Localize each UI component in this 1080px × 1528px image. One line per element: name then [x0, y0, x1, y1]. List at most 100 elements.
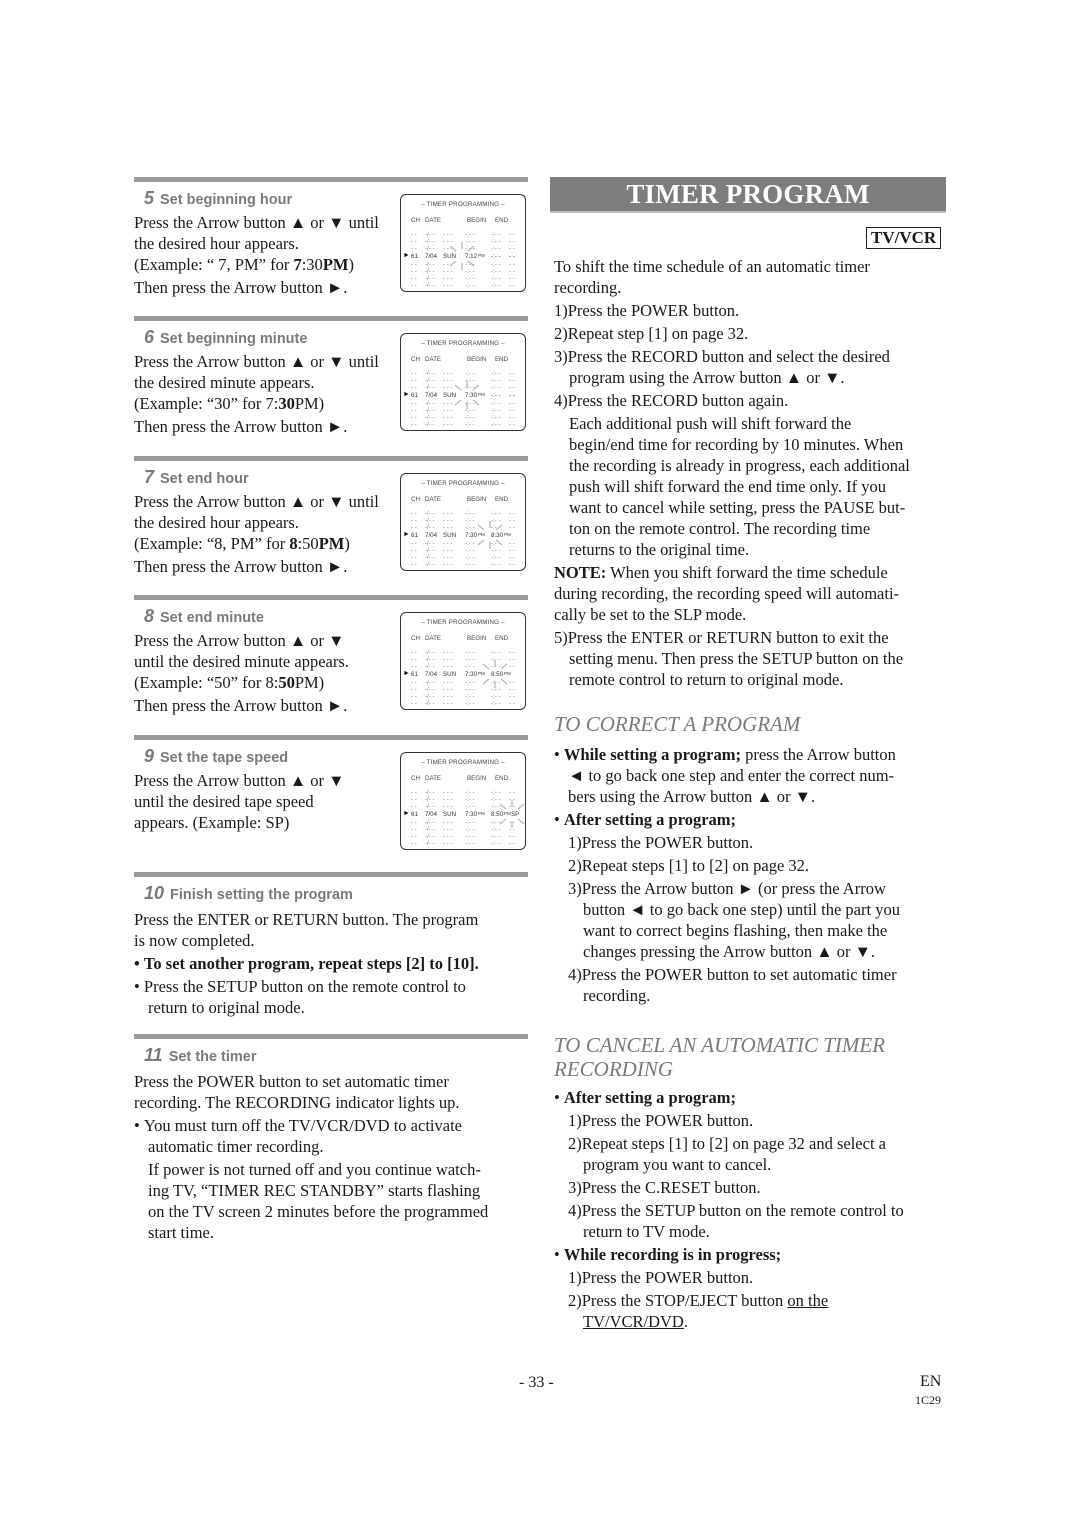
- speed: - -: [509, 268, 515, 275]
- day: - - -: [443, 370, 453, 377]
- step-line: 4)Press the POWER button to set automati…: [568, 964, 948, 1006]
- example-bold: PM: [322, 255, 349, 274]
- note-line: If power is not turned off and you conti…: [148, 1160, 481, 1179]
- timer-programming-screen: – TIMER PROGRAMMING – CH DATE BEGIN END - - -/…: [400, 194, 526, 292]
- bullet-item: • While recording is in progress;: [554, 1245, 782, 1264]
- example-bold: 7: [293, 255, 302, 274]
- speed: - -: [509, 275, 515, 282]
- col-end: END: [495, 775, 509, 782]
- speed: - -: [509, 421, 515, 428]
- bullet-label: After setting a program;: [563, 810, 737, 829]
- speed: - -: [509, 414, 515, 421]
- channel: - -: [411, 833, 417, 840]
- end-time: -:- -: [491, 392, 501, 399]
- begin-time: -:- -: [465, 231, 475, 238]
- detail-line: Each additional push will shift forward …: [569, 414, 852, 433]
- step-number: 6: [144, 327, 155, 347]
- example-bold: 8: [289, 534, 298, 553]
- channel: - -: [411, 789, 417, 796]
- speed: - -: [509, 245, 515, 252]
- screen-title: – TIMER PROGRAMMING –: [421, 759, 505, 766]
- step-body: Press the POWER button to set automatic …: [134, 1071, 528, 1243]
- section-divider: [134, 735, 528, 740]
- begin-time: -:- -: [465, 840, 475, 847]
- begin-time: -:- -: [465, 693, 475, 700]
- day: - - -: [443, 789, 453, 796]
- end-time: -:- -: [491, 275, 501, 282]
- end-time: -:- -: [491, 693, 501, 700]
- step-line: 4)Press the RECORD button again.: [554, 391, 789, 410]
- begin-time: 7:30: [465, 671, 478, 678]
- section-divider: [134, 177, 528, 182]
- begin-time: -:- -: [465, 517, 475, 524]
- date: -/- -: [425, 649, 435, 656]
- channel: - -: [411, 656, 417, 663]
- example-text: PM): [294, 673, 325, 692]
- date: -/- -: [425, 282, 435, 289]
- channel: 61: [411, 671, 418, 678]
- begin-ampm: PM: [478, 253, 485, 258]
- row-pointer-icon: ►: [403, 670, 410, 677]
- date: -/- -: [425, 421, 435, 428]
- bullet-label: While recording is in progress;: [563, 1245, 782, 1264]
- step-number: 9: [144, 746, 155, 766]
- channel: 61: [411, 253, 418, 260]
- speed: - -: [509, 282, 515, 289]
- screen-title: – TIMER PROGRAMMING –: [421, 619, 505, 626]
- channel: - -: [411, 517, 417, 524]
- date: -/- -: [425, 826, 435, 833]
- step-title: Set the tape speed: [160, 750, 289, 766]
- date: -/- -: [425, 384, 435, 391]
- date: 7/04: [425, 532, 438, 539]
- example-text: ): [344, 534, 350, 553]
- date: -/- -: [425, 540, 435, 547]
- bullet-item: • After setting a program;: [554, 810, 737, 829]
- speed: - -: [509, 789, 515, 796]
- step-text: 3)Press the RECORD button and select the…: [554, 347, 890, 366]
- channel: - -: [411, 796, 417, 803]
- step-number: 5: [144, 188, 155, 208]
- row-pointer-icon: ►: [403, 252, 410, 259]
- step-line: 2)Repeat steps [1] to [2] on page 32 and…: [568, 1133, 948, 1175]
- timer-programming-screen: – TIMER PROGRAMMING – CH DATE BEGIN END - - -/…: [400, 612, 526, 710]
- underlined-text: TV/VCR/DVD: [583, 1312, 684, 1331]
- speed: - -: [509, 400, 515, 407]
- day: - - -: [443, 840, 453, 847]
- example-text: (Example: “50” for 8:: [134, 673, 279, 692]
- body-line: recording. The RECORDING indicator light…: [134, 1093, 460, 1112]
- date: -/- -: [425, 693, 435, 700]
- bullet-text: bers using the Arrow button ▲ or ▼.: [568, 787, 816, 806]
- day: - - -: [443, 686, 453, 693]
- example-text: :30: [301, 255, 323, 274]
- date: 7/04: [425, 671, 438, 678]
- date: 7/04: [425, 811, 438, 818]
- speed: - -: [509, 833, 515, 840]
- step-text: changes pressing the Arrow button ▲ or ▼…: [583, 942, 876, 961]
- channel: 61: [411, 532, 418, 539]
- end-time: -:- -: [491, 238, 501, 245]
- date: -/- -: [425, 700, 435, 707]
- day: - - -: [443, 656, 453, 663]
- day: - - -: [443, 663, 453, 670]
- day: - - -: [443, 510, 453, 517]
- step-text: program using the Arrow button ▲ or ▼.: [569, 368, 845, 387]
- end-time: -:- -: [491, 245, 501, 252]
- step-10: 10 Finish setting the program Press the E…: [134, 872, 528, 1018]
- step-line: 4)Press the SETUP button on the remote c…: [568, 1200, 948, 1242]
- step-line: 3)Press the C.RESET button.: [568, 1178, 761, 1197]
- begin-time: -:- -: [465, 554, 475, 561]
- day: - - -: [443, 421, 453, 428]
- bullet-item: • Press the SETUP button on the remote c…: [134, 977, 466, 1017]
- day: - - -: [443, 649, 453, 656]
- day: - - -: [443, 517, 453, 524]
- begin-ampm: PM: [478, 811, 485, 816]
- detail-line: push will shift forward the end time onl…: [569, 477, 886, 496]
- step-line: 1)Press the POWER button.: [568, 833, 754, 852]
- note-line: start time.: [148, 1223, 214, 1242]
- col-begin: BEGIN: [467, 496, 487, 503]
- step-text: .: [683, 1312, 688, 1331]
- col-ch: CH: [411, 635, 420, 642]
- bullet-item: • You must turn off the TV/VCR/DVD to ac…: [134, 1116, 462, 1156]
- col-date: DATE: [425, 496, 442, 503]
- speed: - -: [509, 840, 515, 847]
